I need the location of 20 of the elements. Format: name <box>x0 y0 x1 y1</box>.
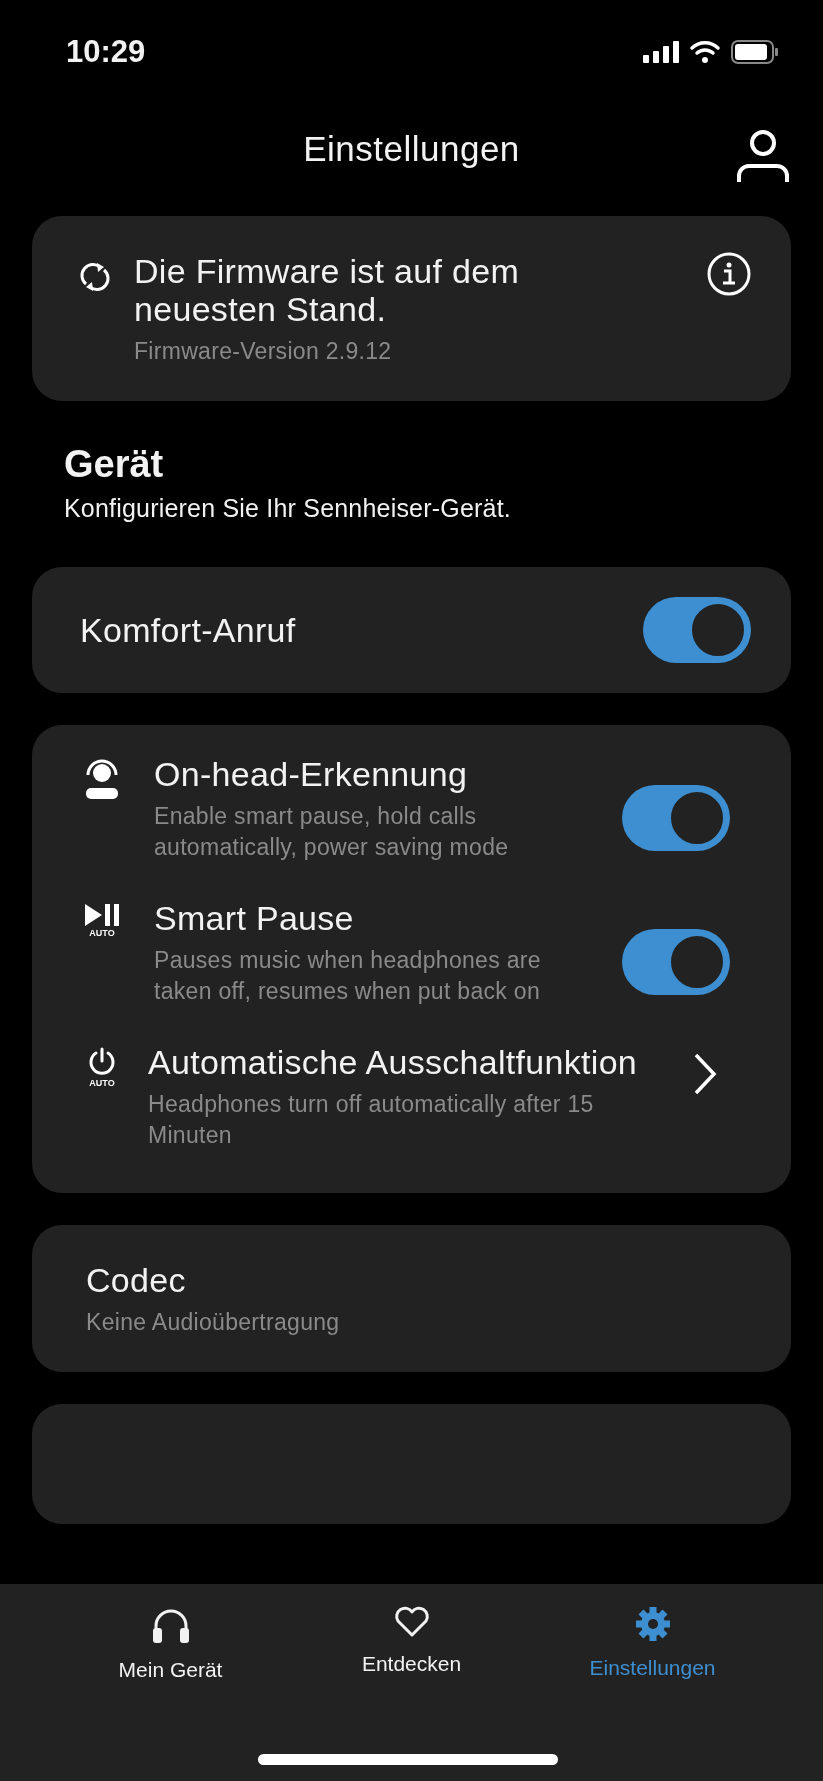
tab[interactable]: Entdecken <box>291 1606 532 1696</box>
icon-caption: AUTO <box>89 928 115 938</box>
page-title: Einstellungen <box>303 129 520 169</box>
section-subtitle: Konfigurieren Sie Ihr Sennheiser-Gerät. <box>64 494 512 523</box>
setting-title: Automatische Ausschaltfunktion <box>148 1043 639 1081</box>
firmware-status: Die Firmware ist auf dem neuesten Stand. <box>134 252 521 328</box>
tab[interactable]: Einstellungen <box>532 1606 773 1696</box>
icon-caption: AUTO <box>89 1078 115 1088</box>
setting-description: Headphones turn off automatically after 15 Minuten <box>148 1090 595 1150</box>
setting-title: Smart Pause <box>154 899 355 937</box>
setting-description: Enable smart pause, hold calls automatically, power saving mode <box>154 802 510 862</box>
codec-value: Keine Audioübertragung <box>86 1308 341 1337</box>
setting-title: On-head-Erkennung <box>154 755 469 793</box>
tab[interactable]: Mein Gerät <box>50 1606 291 1696</box>
section-title: Gerät <box>64 443 165 486</box>
setting-description: Pauses music when headphones are taken off, resumes when put back on <box>154 946 542 1006</box>
setting-title: Komfort-Anruf <box>80 611 296 649</box>
codec-title: Codec <box>86 1261 187 1299</box>
firmware-version: Firmware-Version 2.9.12 <box>134 337 393 366</box>
status-time: 10:29 <box>66 34 146 70</box>
